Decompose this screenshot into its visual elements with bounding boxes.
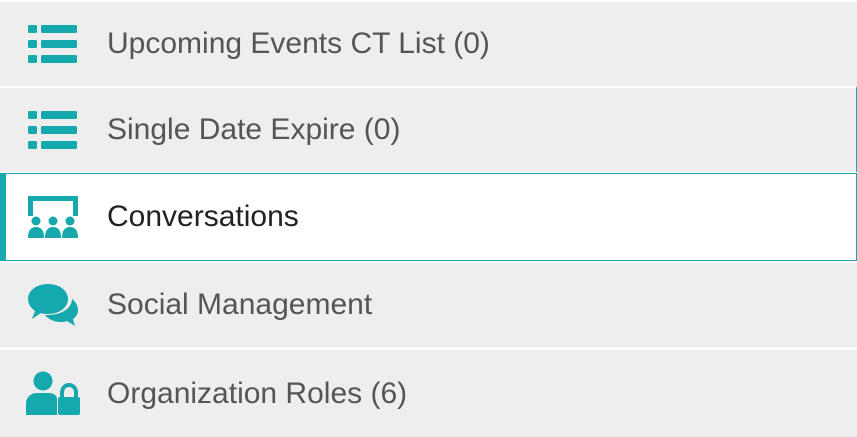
menu-item-label: Social Management [107,288,373,321]
menu-item-conversations[interactable]: Conversations [0,173,857,261]
menu-item-label: Upcoming Events CT List (0) [107,27,490,60]
chat-bubbles-icon [26,281,80,329]
conversations-icon [26,193,80,241]
user-lock-icon [26,370,80,418]
menu-item-label: Organization Roles (6) [107,376,408,410]
menu-item-label: Single Date Expire (0) [107,113,401,146]
list-icon [26,106,80,154]
menu-item-upcoming-events-ct-list[interactable]: Upcoming Events CT List (0) [0,0,857,86]
menu-item-social-management[interactable]: Social Management [0,261,857,347]
menu-item-single-date-expire[interactable]: Single Date Expire (0) [0,86,857,172]
menu-item-label: Conversations [107,200,299,233]
menu-item-organization-roles[interactable]: Organization Roles (6) [0,348,857,437]
navigation-menu: Upcoming Events CT List (0) Single Date … [0,0,857,437]
list-icon [26,20,80,68]
